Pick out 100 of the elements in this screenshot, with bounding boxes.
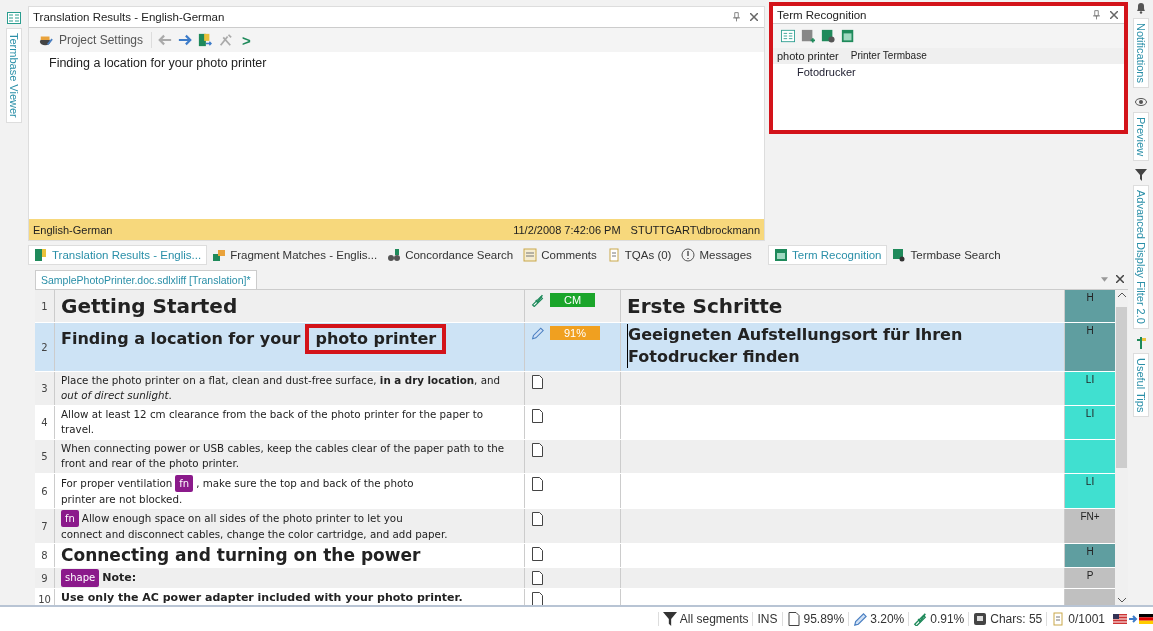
- back-arrow-icon[interactable]: [158, 33, 173, 47]
- panel-tab[interactable]: Comments: [518, 245, 602, 265]
- document-icon: [531, 409, 544, 423]
- pin-icon[interactable]: [733, 12, 740, 22]
- structure-marker: P: [1065, 568, 1115, 588]
- add-term-icon[interactable]: [801, 29, 815, 43]
- source-text: Getting Started: [61, 293, 239, 320]
- segment-number: 3: [35, 372, 55, 405]
- segment-row[interactable]: 3 Place the photo printer on a flat, clean and dust-free surface, in a dry location, and out of direct sunlight. LI: [35, 372, 1115, 406]
- translated-share: 0.91%: [930, 612, 965, 626]
- dictionary-icon[interactable]: [781, 29, 795, 43]
- eye-icon[interactable]: [1134, 95, 1147, 108]
- termbase-icon[interactable]: [841, 29, 855, 43]
- structure-marker: H: [1065, 323, 1115, 371]
- untranslated-share: 95.89%: [803, 612, 845, 626]
- panel-tab[interactable]: Termbase Search: [887, 245, 1006, 265]
- tag-marker[interactable]: fn: [61, 510, 79, 527]
- recognized-term: photo printer: [305, 324, 447, 354]
- panel-tab[interactable]: TQAs (0): [601, 245, 677, 265]
- translation-result-text[interactable]: Finding a location for your photo printer: [49, 56, 744, 70]
- segment-row[interactable]: 2 Finding a location for your photo printer 91% Geeigneten Aufstellungsort für Ihren Fotodrucker finden H: [35, 323, 1115, 372]
- document-icon: [531, 512, 544, 526]
- panel-title: Term Recognition: [777, 8, 867, 21]
- document-transfer-icon[interactable]: [198, 33, 213, 47]
- panel-tab[interactable]: Concordance Search: [382, 245, 519, 265]
- segment-number: 9: [35, 568, 55, 588]
- document-stack-icon: [34, 248, 48, 262]
- termbase-name: Printer Termbase: [850, 50, 927, 62]
- side-panel-tab[interactable]: Notifications: [1132, 18, 1149, 88]
- side-panel-tab[interactable]: Useful Tips: [1132, 352, 1149, 418]
- tag-marker[interactable]: fn: [175, 475, 194, 492]
- source-text: , make sure the top and back of the photo: [196, 476, 414, 491]
- fragment-icon: [212, 248, 227, 262]
- structure-marker: LI: [1065, 474, 1115, 508]
- segment-number: 6: [35, 474, 55, 508]
- segment-number: 8: [35, 544, 55, 567]
- structure-marker: LI: [1065, 406, 1115, 439]
- source-text: Use only the AC power adapter included with your photo printer.: [61, 590, 464, 605]
- structure-marker: FN+: [1065, 509, 1115, 543]
- termbase-icon: [774, 248, 788, 262]
- source-text: Connecting and turning on the power: [61, 545, 422, 566]
- source-text: connect and disconnect cables, change the color cartridge, and add paper.: [61, 527, 448, 542]
- filter-icon: [662, 612, 677, 626]
- dropdown-icon[interactable]: [1101, 276, 1108, 282]
- checklist-icon: [606, 248, 621, 262]
- panel-title: Translation Results - English-German: [33, 11, 225, 23]
- confirmed-icon: [531, 293, 544, 307]
- match-badge: CM: [550, 293, 596, 307]
- comment-icon: [523, 248, 538, 262]
- draft-share: 3.20%: [870, 612, 905, 626]
- bell-icon[interactable]: [1134, 2, 1147, 14]
- segment-number: 2: [35, 323, 55, 371]
- exclamation-icon: [681, 248, 696, 262]
- insert-mode: INS: [757, 612, 778, 626]
- confirmed-icon: [913, 612, 928, 626]
- filter-icon[interactable]: [1134, 169, 1147, 182]
- side-panel-tab[interactable]: Advanced Display Filter 2.0: [1132, 185, 1149, 329]
- segment-row[interactable]: 1 Getting Started CM Erste Schritte H: [35, 290, 1115, 323]
- pencil-icon: [531, 326, 544, 340]
- segment-row[interactable]: 7 fn Allow enough space on all sides of the photo printer to let you connect and disconnect cables, change the color cartridge, and add paper. FN+: [35, 509, 1115, 544]
- scrollbar[interactable]: [1115, 290, 1128, 605]
- document-icon: [786, 612, 801, 626]
- source-text: Place the photo printer on a flat, clean and dust-free surface, in a dry location, and out of direct sunlight.: [61, 373, 502, 403]
- source-text: Allow enough space on all sides of the photo printer to let you: [81, 511, 403, 526]
- source-text: Finding a location for your: [61, 328, 301, 350]
- next-button[interactable]: >: [238, 31, 255, 49]
- character-count: Chars: 55: [990, 612, 1043, 626]
- document-icon: [531, 571, 544, 585]
- termbase-viewer-tab[interactable]: Termbase Viewer: [6, 28, 22, 123]
- termbase-settings-icon[interactable]: [821, 29, 835, 43]
- tools-icon[interactable]: [218, 33, 233, 47]
- source-text: For proper ventilation: [61, 476, 173, 491]
- match-badge: 91%: [550, 326, 601, 340]
- target-text[interactable]: Erste Schritte: [627, 291, 1058, 321]
- target-text[interactable]: Geeigneten Aufstellungsort für Ihren Fotodrucker finden: [627, 324, 1058, 368]
- forward-arrow-icon[interactable]: [178, 33, 193, 47]
- close-icon[interactable]: [750, 13, 758, 21]
- termbase-icon[interactable]: [7, 12, 21, 24]
- source-text: printer are not blocked.: [61, 492, 183, 507]
- side-panel-tab[interactable]: Preview: [1132, 111, 1149, 162]
- scroll-up-icon[interactable]: [1117, 292, 1126, 297]
- segment-row[interactable]: 5 When connecting power or USB cables, keep the cables clear of the paper path to the front and rear of the photo printer.: [35, 440, 1115, 474]
- document-tab[interactable]: SamplePhotoPrinter.doc.sdlxliff [Translation]*: [35, 270, 257, 289]
- project-settings-button[interactable]: Project Settings: [37, 33, 146, 47]
- scroll-down-icon[interactable]: [1117, 598, 1126, 603]
- panel-tab[interactable]: Messages: [676, 245, 757, 265]
- source-term[interactable]: photo printer: [777, 50, 839, 62]
- segment-row[interactable]: 9 shape Note: P: [35, 568, 1115, 589]
- panel-tab[interactable]: Term Recognition: [768, 245, 888, 265]
- match-date: 11/2/2008 7:42:06 PM: [513, 223, 621, 236]
- panel-tab[interactable]: Translation Results - Englis...: [28, 245, 208, 265]
- tag-marker[interactable]: shape: [61, 569, 100, 587]
- pencil-icon: [853, 612, 868, 626]
- pin-icon[interactable]: [1093, 9, 1100, 20]
- tips-icon[interactable]: [1134, 336, 1147, 349]
- panel-tab[interactable]: Fragment Matches - Englis...: [207, 245, 383, 265]
- segment-filter[interactable]: All segments: [657, 612, 753, 626]
- close-icon[interactable]: [1110, 10, 1118, 19]
- target-term[interactable]: Fotodrucker: [773, 64, 1124, 80]
- close-icon[interactable]: [1116, 275, 1124, 283]
